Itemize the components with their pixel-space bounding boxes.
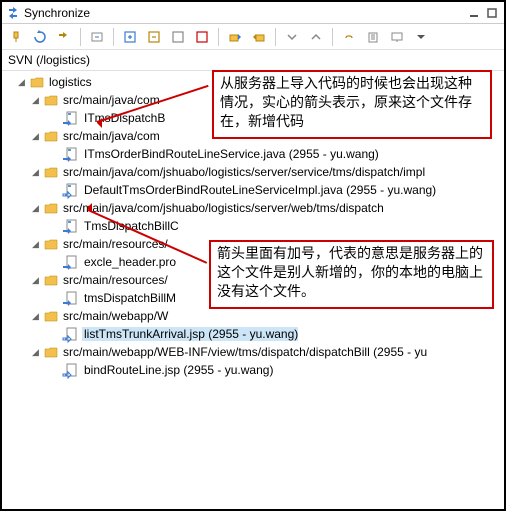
link-icon[interactable] (339, 27, 359, 47)
tree-label: src/main/webapp/W (61, 309, 168, 323)
collapse-toggle[interactable]: ◢ (30, 131, 41, 142)
file-incoming-change-icon (64, 110, 80, 126)
annotation-callout-1: 从服务器上导入代码的时候也会出现这种情况，实心的箭头表示，原来这个文件存在，新增… (212, 70, 492, 139)
folder-icon (43, 128, 59, 144)
folder-icon (43, 236, 59, 252)
file-incoming-add-icon (64, 326, 80, 342)
tree-label: logistics (47, 75, 92, 89)
folder-icon (43, 164, 59, 180)
tree-label: src/main/java/com (61, 129, 160, 143)
conflict-mode-icon[interactable] (192, 27, 212, 47)
tree-label: src/main/java/com/jshuabo/logistics/serv… (61, 201, 384, 215)
update-icon[interactable] (225, 27, 245, 47)
sync-toolbar-icon[interactable] (54, 27, 74, 47)
file-incoming-change-icon (64, 146, 80, 162)
tree-folder[interactable]: ◢ src/main/webapp/WEB-INF/view/tms/dispa… (2, 343, 504, 361)
window-title: Synchronize (24, 6, 90, 20)
annotation-arrowhead-1 (92, 118, 102, 128)
expand-icon[interactable] (282, 27, 302, 47)
history-icon[interactable] (363, 27, 383, 47)
collapse-toggle[interactable]: ◢ (16, 77, 27, 88)
toolbar (2, 24, 504, 50)
file-incoming-change-icon (64, 290, 80, 306)
svn-header: SVN (/logistics) (2, 50, 504, 71)
collapse-toggle[interactable]: ◢ (30, 167, 41, 178)
pin-icon[interactable] (6, 27, 26, 47)
annotation-callout-2: 箭头里面有加号，代表的意思是服务器上的这个文件是别人新增的，你的本地的电脑上没有… (209, 240, 494, 309)
tree-file[interactable]: DefaultTmsOrderBindRouteLineServiceImpl.… (2, 181, 504, 199)
collapse-toggle[interactable]: ◢ (30, 239, 41, 250)
tree-label: bindRouteLine.jsp (2955 - yu.wang) (82, 363, 273, 377)
collapse-toggle[interactable]: ◢ (30, 347, 41, 358)
collapse-icon[interactable] (306, 27, 326, 47)
menu-icon[interactable] (411, 27, 431, 47)
minimize-button[interactable] (466, 6, 482, 20)
collapse-toggle[interactable]: ◢ (30, 275, 41, 286)
folder-icon (43, 200, 59, 216)
tree-label: ITmsOrderBindRouteLineService.java (2955… (82, 147, 379, 161)
commit-icon[interactable] (249, 27, 269, 47)
tree-label: DefaultTmsOrderBindRouteLineServiceImpl.… (82, 183, 436, 197)
tree-file[interactable]: ITmsOrderBindRouteLineService.java (2955… (2, 145, 504, 163)
folder-icon (43, 308, 59, 324)
refresh-icon[interactable] (30, 27, 50, 47)
tree-folder[interactable]: ◢ src/main/java/com/jshuabo/logistics/se… (2, 163, 504, 181)
file-incoming-add-icon (64, 182, 80, 198)
folder-icon (43, 344, 59, 360)
collapse-toggle[interactable]: ◢ (30, 95, 41, 106)
nav-icon[interactable] (87, 27, 107, 47)
tree-folder[interactable]: ◢ src/main/java/com/jshuabo/logistics/se… (2, 199, 504, 217)
file-incoming-change-icon (64, 218, 80, 234)
folder-icon (29, 74, 45, 90)
outgoing-mode-icon[interactable] (144, 27, 164, 47)
file-incoming-add-icon (64, 362, 80, 378)
folder-icon (43, 92, 59, 108)
sync-window: Synchronize SVN (/logistics) ◢ logisti (0, 0, 506, 511)
tree-label: src/main/java/com/jshuabo/logistics/serv… (61, 165, 425, 179)
title-bar: Synchronize (2, 2, 504, 24)
sync-icon (6, 6, 20, 20)
folder-icon (43, 272, 59, 288)
tree-label: listTmsTrunkArrival.jsp (2955 - yu.wang) (82, 327, 298, 341)
tree-file[interactable]: TmsDispatchBillC (2, 217, 504, 235)
tree-label: excle_header.pro (82, 255, 176, 269)
maximize-button[interactable] (484, 6, 500, 20)
tree-label: tmsDispatchBillM (82, 291, 176, 305)
annotation-arrowhead-2 (82, 203, 92, 213)
presentation-icon[interactable] (387, 27, 407, 47)
file-incoming-change-icon (64, 254, 80, 270)
both-mode-icon[interactable] (168, 27, 188, 47)
tree-folder[interactable]: ◢ src/main/webapp/W (2, 307, 504, 325)
incoming-mode-icon[interactable] (120, 27, 140, 47)
tree-file[interactable]: bindRouteLine.jsp (2955 - yu.wang) (2, 361, 504, 379)
collapse-toggle[interactable]: ◢ (30, 311, 41, 322)
tree-label: TmsDispatchBillC (82, 219, 179, 233)
tree-label: src/main/resources/ (61, 273, 168, 287)
tree-label: src/main/webapp/WEB-INF/view/tms/dispatc… (61, 345, 427, 359)
collapse-toggle[interactable]: ◢ (30, 203, 41, 214)
tree-file-selected[interactable]: listTmsTrunkArrival.jsp (2955 - yu.wang) (2, 325, 504, 343)
